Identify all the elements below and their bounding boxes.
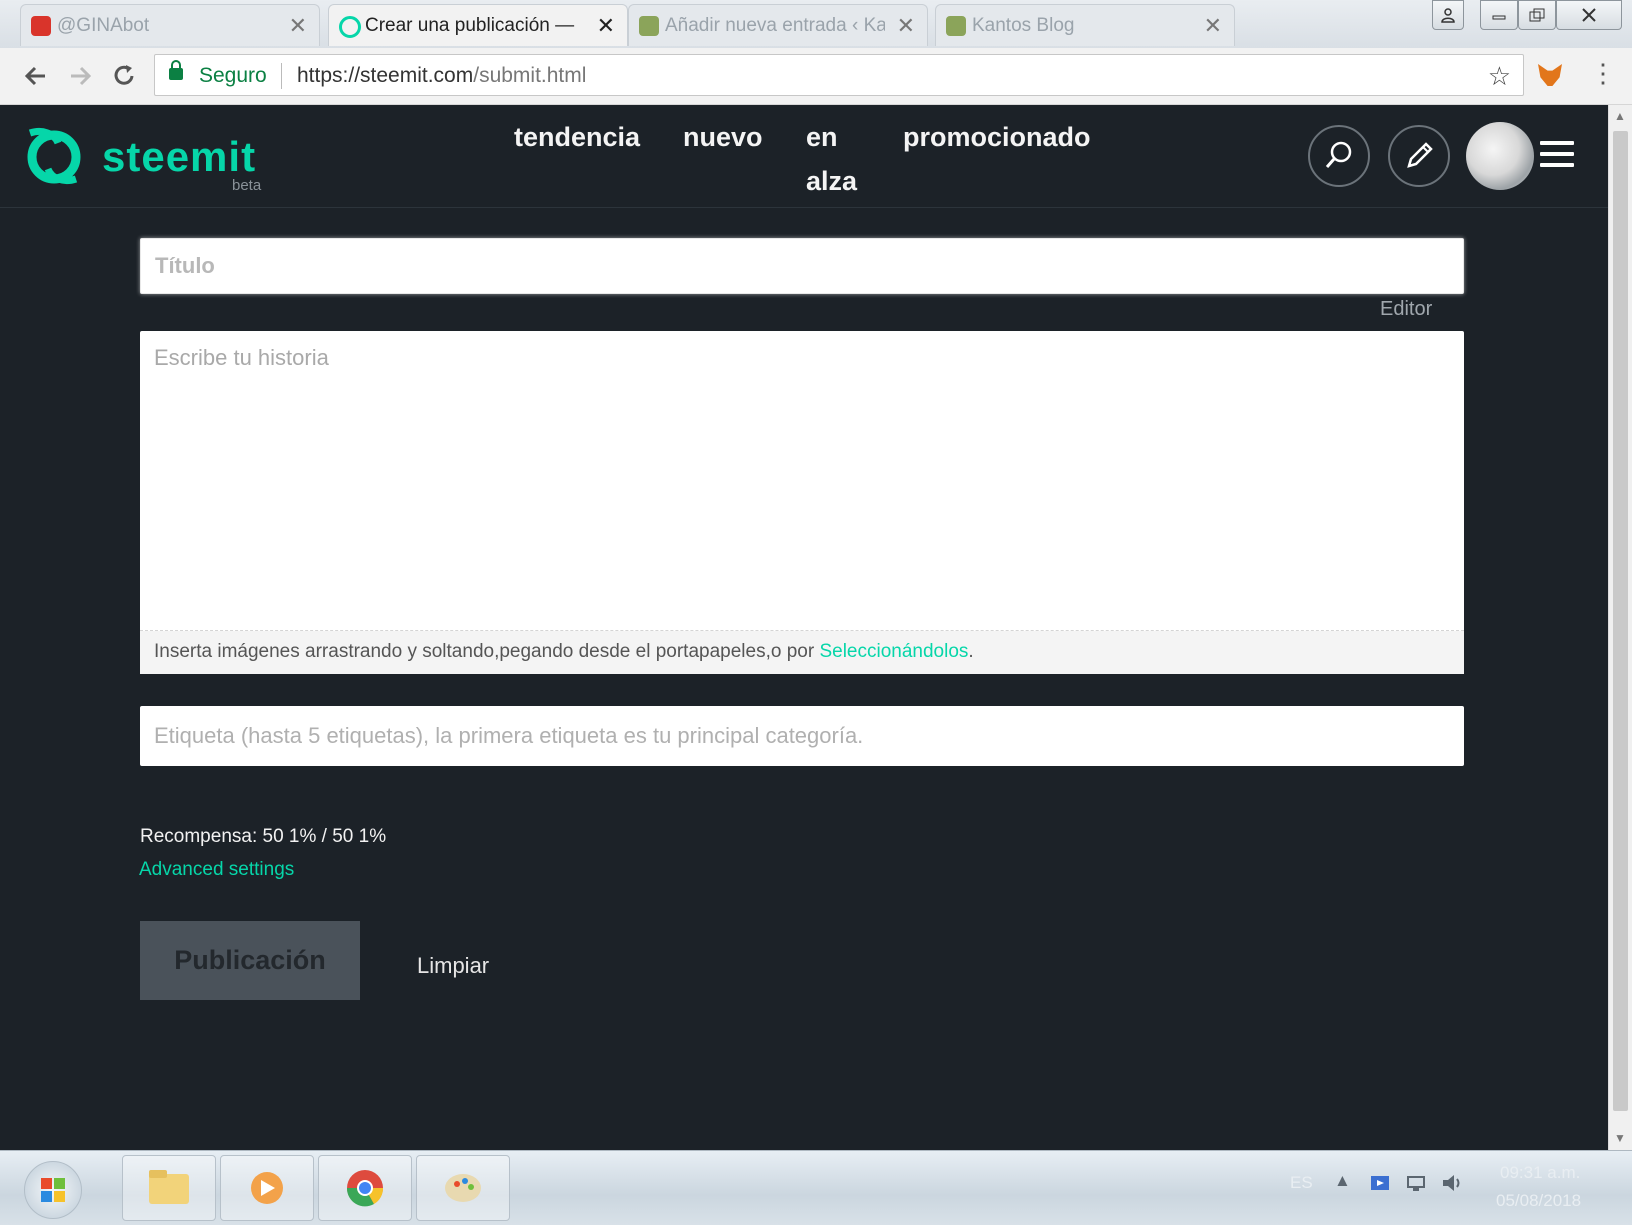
network-icon[interactable]: [1404, 1171, 1428, 1195]
lock-icon: [169, 60, 183, 80]
profile-icon[interactable]: [1432, 0, 1464, 30]
address-separator: [281, 63, 282, 89]
nav-trending[interactable]: tendencia: [514, 115, 640, 159]
taskbar-explorer[interactable]: [122, 1155, 216, 1221]
pencil-icon: [1407, 142, 1433, 168]
nav-hot-line1[interactable]: en: [806, 115, 838, 159]
search-button[interactable]: [1308, 125, 1370, 187]
address-bar[interactable]: Seguro https://steemit.com/submit.html ☆: [154, 54, 1524, 96]
close-icon[interactable]: ✕: [597, 13, 615, 39]
page-scrollbar[interactable]: ▲ ▼: [1608, 105, 1632, 1150]
show-hidden-icons-icon[interactable]: ▲: [1334, 1171, 1351, 1191]
site-logo-text[interactable]: steemit: [102, 133, 256, 181]
user-avatar[interactable]: [1466, 122, 1534, 190]
back-arrow-icon[interactable]: [18, 58, 54, 94]
story-textarea[interactable]: [140, 331, 1464, 631]
steemit-logo-icon[interactable]: [24, 127, 82, 185]
close-icon[interactable]: ✕: [1204, 13, 1222, 39]
tab-title: Kantos Blog: [972, 14, 1075, 36]
site-header: steemit beta tendencia nuevo en alza pro…: [0, 105, 1608, 208]
tab-title: Crear una publicación —: [365, 14, 575, 36]
page-viewport: steemit beta tendencia nuevo en alza pro…: [0, 105, 1608, 1150]
clear-button[interactable]: Limpiar: [417, 953, 489, 979]
clock-time[interactable]: 09:31 a.m.: [1500, 1163, 1580, 1183]
image-drop-hint: Inserta imágenes arrastrando y soltando,…: [140, 631, 1464, 674]
language-indicator[interactable]: ES: [1290, 1173, 1313, 1193]
advanced-settings-link[interactable]: Advanced settings: [139, 859, 294, 881]
tab-strip: @GINAbot ✕ Añadir nueva entrada ‹ Ka ✕ K…: [0, 0, 1632, 49]
restore-icon[interactable]: [1518, 0, 1556, 30]
reward-info: Recompensa: 50 1% / 50 1%: [140, 826, 387, 847]
reload-icon[interactable]: [106, 58, 142, 94]
beta-badge: beta: [232, 177, 262, 194]
select-images-link[interactable]: Seleccionándolos: [819, 641, 968, 662]
wordpress-favicon-icon: [639, 16, 659, 36]
browser-menu-icon[interactable]: ⋮: [1590, 58, 1616, 89]
taskbar-chrome[interactable]: [318, 1155, 412, 1221]
close-icon[interactable]: ✕: [289, 13, 307, 39]
metamask-extension-icon[interactable]: [1538, 64, 1562, 86]
title-input[interactable]: [140, 238, 1464, 294]
close-icon[interactable]: ✕: [897, 13, 915, 39]
folder-icon: [149, 1170, 189, 1204]
scroll-up-icon[interactable]: ▲: [1614, 109, 1626, 123]
tab-kantos-blog[interactable]: Kantos Blog ✕: [935, 4, 1235, 46]
tab-ginabot[interactable]: @GINAbot ✕: [20, 4, 320, 46]
taskbar-media-player[interactable]: [220, 1155, 314, 1221]
tray-app-icon[interactable]: [1368, 1171, 1392, 1195]
search-icon: [1325, 141, 1352, 168]
minimize-icon[interactable]: [1480, 0, 1518, 30]
paint-palette-icon: [445, 1174, 481, 1202]
os-taskbar: ES ▲ 09:31 a.m. 05/08/2018: [0, 1150, 1632, 1225]
editor-toggle-link[interactable]: Editor: [1380, 298, 1432, 321]
hamburger-menu-icon[interactable]: [1540, 141, 1574, 171]
taskbar-paint[interactable]: [416, 1155, 510, 1221]
tags-input[interactable]: [140, 706, 1464, 766]
blog-favicon-icon: [946, 16, 966, 36]
publish-button[interactable]: Publicación: [140, 921, 360, 1000]
window-close-icon[interactable]: [1556, 0, 1622, 30]
windows-logo-icon: [41, 1178, 65, 1202]
bookmark-star-icon[interactable]: ☆: [1488, 61, 1511, 92]
media-player-icon: [251, 1172, 283, 1204]
url-text[interactable]: https://steemit.com/submit.html: [297, 64, 586, 88]
scroll-thumb[interactable]: [1613, 131, 1628, 1111]
nav-new[interactable]: nuevo: [683, 115, 763, 159]
secure-label: Seguro: [199, 64, 267, 87]
browser-toolbar: Seguro https://steemit.com/submit.html ☆…: [0, 48, 1632, 105]
clock-date[interactable]: 05/08/2018: [1496, 1191, 1581, 1211]
steemit-favicon-icon: [339, 16, 361, 38]
volume-icon[interactable]: [1440, 1171, 1464, 1195]
forward-arrow-icon[interactable]: [62, 58, 98, 94]
tab-add-entry[interactable]: Añadir nueva entrada ‹ Ka ✕: [628, 4, 928, 46]
write-post-button[interactable]: [1388, 125, 1450, 187]
nav-hot-line2[interactable]: alza: [806, 159, 857, 203]
nav-promoted[interactable]: promocionado: [903, 115, 1091, 159]
tab-create-post[interactable]: Crear una publicación — ✕: [328, 4, 628, 46]
tab-title: Añadir nueva entrada ‹ Ka: [665, 14, 885, 36]
scroll-down-icon[interactable]: ▼: [1614, 1131, 1626, 1145]
ginabot-favicon-icon: [31, 16, 51, 36]
start-button[interactable]: [24, 1161, 82, 1219]
chrome-icon: [346, 1170, 384, 1207]
tab-title: @GINAbot: [57, 14, 150, 36]
